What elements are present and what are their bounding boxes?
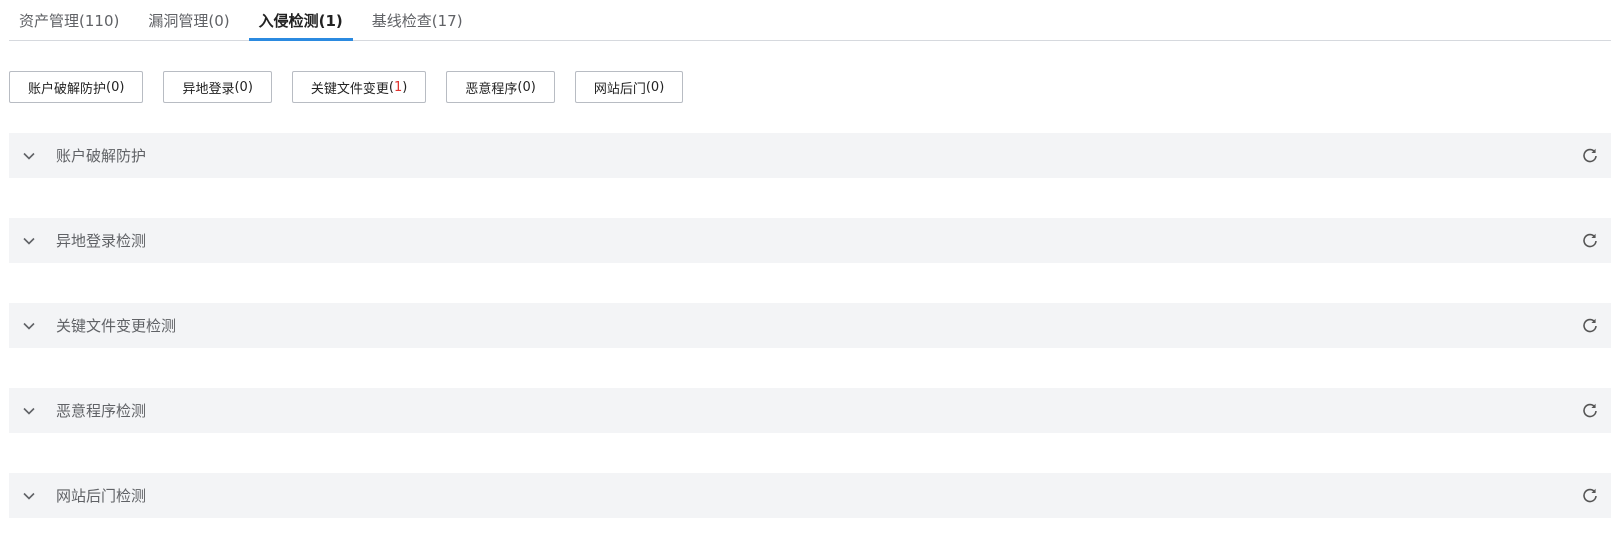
section-title: 恶意程序检测 <box>56 402 147 420</box>
chevron-down-icon[interactable] <box>22 404 36 418</box>
filter-count: 1 <box>394 79 403 95</box>
chevron-down-icon[interactable] <box>22 319 36 333</box>
refresh-icon[interactable] <box>1582 232 1598 248</box>
refresh-icon[interactable] <box>1582 317 1598 333</box>
tab-label: 漏洞管理(0) <box>148 11 230 30</box>
count-close: ) <box>402 79 408 95</box>
tab-label: 基线检查(17) <box>371 11 463 30</box>
tab-vulnerability-management[interactable]: 漏洞管理(0) <box>138 0 239 40</box>
filter-key-file-change-button[interactable]: 关键文件变更 (1) <box>291 71 427 103</box>
chevron-down-icon[interactable] <box>22 149 36 163</box>
section-remote-login[interactable]: 异地登录检测 <box>9 218 1611 263</box>
section-title: 网站后门检测 <box>56 487 147 505</box>
count-close: ) <box>119 79 125 95</box>
filter-count: 0 <box>239 79 248 95</box>
refresh-icon[interactable] <box>1582 487 1598 503</box>
tab-baseline-check[interactable]: 基线检查(17) <box>362 0 473 40</box>
tab-label: 入侵检测(1) <box>258 11 343 30</box>
filter-label: 网站后门 <box>593 81 646 97</box>
filter-count: 0 <box>650 79 660 95</box>
count-close: ) <box>659 79 665 95</box>
filter-remote-login-button[interactable]: 异地登录 (0) <box>163 71 272 103</box>
chevron-down-icon[interactable] <box>22 489 36 503</box>
tab-label: 资产管理(110) <box>19 11 120 30</box>
filter-label: 账户破解防护 <box>28 81 107 97</box>
count-close: ) <box>530 79 536 95</box>
section-title: 异地登录检测 <box>56 232 147 250</box>
filter-malware-button[interactable]: 恶意程序 (0) <box>446 71 555 103</box>
section-key-file-change[interactable]: 关键文件变更检测 <box>9 303 1611 348</box>
refresh-icon[interactable] <box>1582 402 1598 418</box>
refresh-icon[interactable] <box>1582 147 1598 163</box>
section-webshell[interactable]: 网站后门检测 <box>9 473 1611 518</box>
filter-count: 0 <box>111 79 120 95</box>
section-malware[interactable]: 恶意程序检测 <box>9 388 1611 433</box>
detection-sections: 账户破解防护 异地登录检测 关键文件变更检测 恶意程序检测 网站后门检测 <box>9 133 1611 558</box>
tab-asset-management[interactable]: 资产管理(110) <box>9 0 129 40</box>
filter-count: 0 <box>522 79 531 95</box>
section-account-brute-force[interactable]: 账户破解防护 <box>9 133 1611 178</box>
tab-bar: 资产管理(110) 漏洞管理(0) 入侵检测(1) 基线检查(17) <box>9 0 1611 41</box>
tab-intrusion-detection[interactable]: 入侵检测(1) <box>248 0 353 41</box>
filter-webshell-button[interactable]: 网站后门 (0) <box>574 71 684 103</box>
section-title: 账户破解防护 <box>56 147 147 165</box>
chevron-down-icon[interactable] <box>22 234 36 248</box>
filter-bar: 账户破解防护 (0) 异地登录 (0) 关键文件变更 (1) 恶意程序 (0) … <box>9 71 684 103</box>
count-close: ) <box>247 79 253 95</box>
filter-label: 异地登录 <box>182 81 235 97</box>
filter-label: 关键文件变更 <box>310 81 389 97</box>
filter-label: 恶意程序 <box>465 81 518 97</box>
filter-account-brute-force-button[interactable]: 账户破解防护 (0) <box>9 71 144 103</box>
section-title: 关键文件变更检测 <box>56 317 177 335</box>
